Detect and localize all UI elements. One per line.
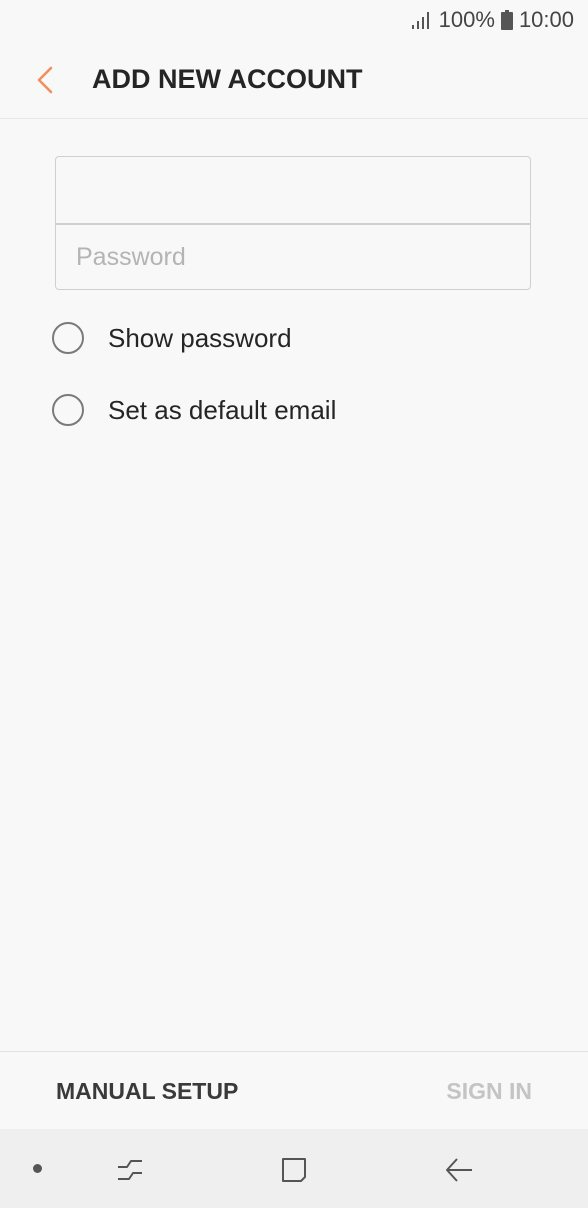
back-arrow-icon[interactable] — [444, 1155, 474, 1185]
chevron-left-icon[interactable] — [34, 66, 56, 94]
email-field[interactable] — [56, 157, 530, 223]
page-title: ADD NEW ACCOUNT — [92, 64, 363, 94]
default-email-option[interactable]: Set as default email — [52, 394, 336, 426]
default-email-radio[interactable] — [52, 394, 84, 426]
default-email-label: Set as default email — [108, 394, 337, 425]
login-form — [55, 156, 531, 290]
status-bar: 100% 10:00 — [0, 0, 588, 40]
manual-setup-button[interactable]: MANUAL SETUP — [56, 1078, 238, 1105]
battery-percent: 100% — [438, 7, 495, 32]
show-password-label: Show password — [108, 322, 292, 353]
battery-icon — [500, 10, 513, 30]
status-indicators: 100% 10:00 — [411, 7, 574, 33]
home-icon[interactable] — [279, 1155, 309, 1185]
show-password-radio[interactable] — [52, 322, 84, 354]
signal-icon — [411, 12, 429, 29]
app-bar: ADD NEW ACCOUNT — [0, 40, 588, 119]
action-bar: MANUAL SETUP SIGN IN — [0, 1051, 588, 1130]
password-field[interactable] — [56, 224, 530, 290]
navigation-bar — [0, 1129, 588, 1208]
nav-dot[interactable] — [33, 1164, 42, 1173]
sign-in-button[interactable]: SIGN IN — [446, 1078, 532, 1105]
clock: 10:00 — [518, 7, 574, 32]
recent-apps-icon[interactable] — [115, 1155, 145, 1185]
show-password-option[interactable]: Show password — [52, 322, 292, 354]
